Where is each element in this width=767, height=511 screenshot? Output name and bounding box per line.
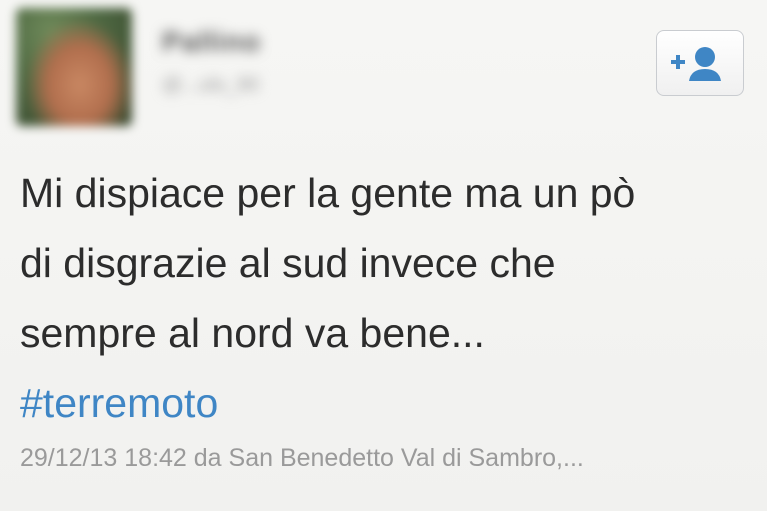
- tweet-text-line: di disgrazie al sud invece che: [20, 240, 556, 286]
- author-handle[interactable]: @...ulo_90: [162, 74, 259, 97]
- avatar[interactable]: [16, 8, 132, 126]
- tweet-text-line: sempre al nord va bene...: [20, 310, 485, 356]
- tweet-text: Mi dispiace per la gente ma un pò di dis…: [20, 158, 750, 438]
- tweet-text-line: Mi dispiace per la gente ma un pò: [20, 170, 636, 216]
- tweet-timestamp-location[interactable]: 29/12/13 18:42 da San Benedetto Val di S…: [20, 444, 584, 473]
- hashtag-link[interactable]: #terremoto: [20, 368, 750, 438]
- tweet-card: Pallino @...ulo_90 Mi dispiace per la ge…: [0, 0, 767, 511]
- add-user-icon: [671, 47, 721, 81]
- author-display-name[interactable]: Pallino: [162, 26, 261, 58]
- follow-button[interactable]: [656, 30, 744, 96]
